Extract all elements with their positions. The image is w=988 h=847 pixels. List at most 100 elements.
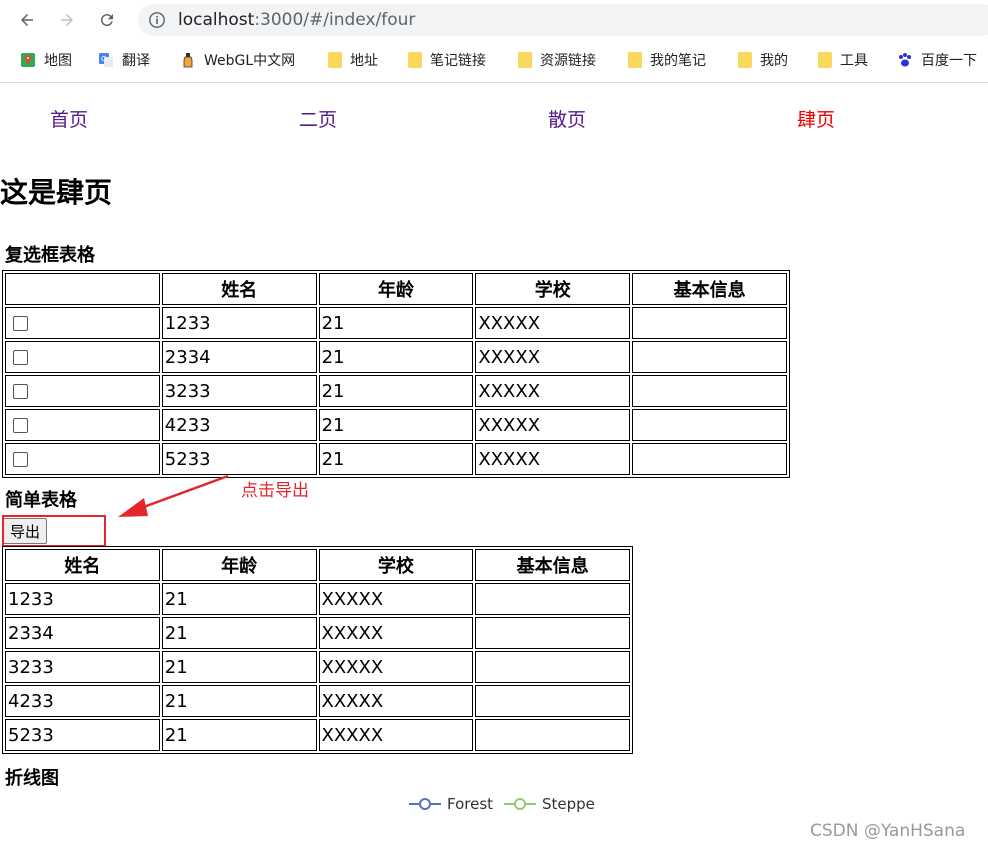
table-row: 2334 21 XXXXX: [5, 341, 787, 373]
bookmarks-bar: 地图 G 翻译 WebGL中文网 地址 笔记链接 资源链接 我的笔记 我的 工具…: [0, 42, 988, 78]
cell-info: [475, 685, 630, 717]
cell-info: [632, 443, 787, 475]
cell-name: 2334: [5, 617, 160, 649]
forward-button[interactable]: [53, 6, 81, 34]
row-checkbox-cell: [5, 409, 160, 441]
cell-age: 21: [161, 617, 317, 649]
cell-age: 21: [318, 341, 474, 373]
cell-school: XXXXX: [475, 443, 631, 475]
row-checkbox[interactable]: [13, 384, 28, 399]
annotation-text: 点击导出: [241, 481, 309, 501]
table-header-name: 姓名: [5, 549, 160, 581]
simple-table: 姓名 年龄 学校 基本信息 1233 21 XXXXX 2334 21 XXXX…: [2, 546, 633, 754]
bookmark-webgl[interactable]: WebGL中文网: [180, 48, 295, 72]
folder-icon: [518, 52, 532, 68]
cell-age: 21: [318, 307, 474, 339]
cell-name: 3233: [5, 651, 160, 683]
back-button[interactable]: [13, 6, 41, 34]
bookmark-translate[interactable]: G 翻译: [98, 48, 150, 72]
address-bar[interactable]: localhost:3000/#/index/four: [138, 4, 988, 36]
legend-label: Forest: [447, 795, 494, 813]
folder-icon: [628, 52, 642, 68]
table-row: 1233 21 XXXXX: [5, 583, 630, 615]
cell-school: XXXXX: [318, 617, 474, 649]
checkbox-table-title: 复选框表格: [5, 245, 95, 266]
bookmark-baidu[interactable]: 百度一下: [897, 48, 977, 72]
cell-school: XXXXX: [475, 307, 631, 339]
cell-name: 4233: [161, 409, 317, 441]
cell-info: [475, 719, 630, 751]
folder-icon: [818, 52, 832, 68]
cell-name: 4233: [5, 685, 160, 717]
cell-info: [475, 617, 630, 649]
bookmark-folder-my-notes[interactable]: 我的笔记: [628, 48, 706, 72]
cell-info: [632, 341, 787, 373]
annotation-highlight-box: [2, 515, 106, 547]
table-header-row: 姓名 年龄 学校 基本信息: [5, 549, 630, 581]
cell-info: [632, 375, 787, 407]
row-checkbox-cell: [5, 307, 160, 339]
cell-school: XXXXX: [475, 409, 631, 441]
folder-icon: [328, 52, 342, 68]
legend-line-marker-icon: [409, 798, 441, 810]
bookmark-folder-mine[interactable]: 我的: [738, 48, 788, 72]
checkbox-table: 姓名 年龄 学校 基本信息 1233 21 XXXXX 2334 21 XXXX…: [2, 270, 790, 478]
bookmark-folder-tools[interactable]: 工具: [818, 48, 868, 72]
table-header-row: 姓名 年龄 学校 基本信息: [5, 273, 787, 305]
cell-name: 1233: [161, 307, 317, 339]
nav-link-page-two[interactable]: 二页: [299, 105, 337, 132]
legend-item-steppe[interactable]: Steppe: [504, 795, 595, 813]
cell-age: 21: [161, 685, 317, 717]
folder-icon: [408, 52, 422, 68]
table-header-age: 年龄: [318, 273, 474, 305]
table-header-name: 姓名: [161, 273, 317, 305]
nav-link-home[interactable]: 首页: [50, 105, 88, 132]
nav-link-page-four[interactable]: 肆页: [797, 105, 835, 132]
nav-link-page-three[interactable]: 散页: [548, 105, 586, 132]
table-row: 2334 21 XXXXX: [5, 617, 630, 649]
cell-school: XXXXX: [318, 651, 474, 683]
bookmark-maps[interactable]: 地图: [20, 48, 72, 72]
folder-icon: [738, 52, 752, 68]
baidu-paw-icon: [899, 53, 911, 67]
cell-name: 2334: [161, 341, 317, 373]
cell-age: 21: [161, 583, 317, 615]
info-icon[interactable]: [148, 11, 166, 29]
arrow-right-icon: [61, 14, 73, 26]
cell-info: [475, 583, 630, 615]
cell-age: 21: [318, 375, 474, 407]
cell-age: 21: [318, 443, 474, 475]
bookmark-folder-notes-links[interactable]: 笔记链接: [408, 48, 486, 72]
bookmark-folder-resource-links[interactable]: 资源链接: [518, 48, 596, 72]
bookmark-folder-address[interactable]: 地址: [328, 48, 378, 72]
cell-school: XXXXX: [318, 719, 474, 751]
table-header-age: 年龄: [161, 549, 317, 581]
cell-school: XXXXX: [475, 341, 631, 373]
line-chart-title: 折线图: [5, 768, 59, 789]
url-text: localhost:3000/#/index/four: [178, 10, 416, 30]
cell-age: 21: [161, 719, 317, 751]
table-row: 3233 21 XXXXX: [5, 375, 787, 407]
arrow-left-icon: [21, 14, 33, 26]
legend-item-forest[interactable]: Forest: [409, 795, 493, 813]
row-checkbox[interactable]: [13, 418, 28, 433]
row-checkbox[interactable]: [13, 316, 28, 331]
cell-school: XXXXX: [318, 685, 474, 717]
cell-name: 5233: [5, 719, 160, 751]
row-checkbox[interactable]: [13, 350, 28, 365]
legend-line-marker-icon: [504, 798, 536, 810]
cell-name: 1233: [5, 583, 160, 615]
cell-info: [632, 307, 787, 339]
reload-icon: [100, 14, 113, 27]
cell-info: [632, 409, 787, 441]
row-checkbox[interactable]: [13, 452, 28, 467]
annotation-arrow-icon: [118, 474, 229, 517]
table-row: 1233 21 XXXXX: [5, 307, 787, 339]
table-row: 4233 21 XXXXX: [5, 409, 787, 441]
maps-icon: [21, 53, 35, 67]
table-row: 3233 21 XXXXX: [5, 651, 630, 683]
table-header-select: [5, 273, 160, 305]
translate-icon: G: [99, 53, 113, 67]
reload-button[interactable]: [93, 6, 121, 34]
page-content: 首页 二页 散页 肆页 这是肆页 复选框表格 姓名 年龄 学校 基本信息 123…: [0, 83, 988, 847]
